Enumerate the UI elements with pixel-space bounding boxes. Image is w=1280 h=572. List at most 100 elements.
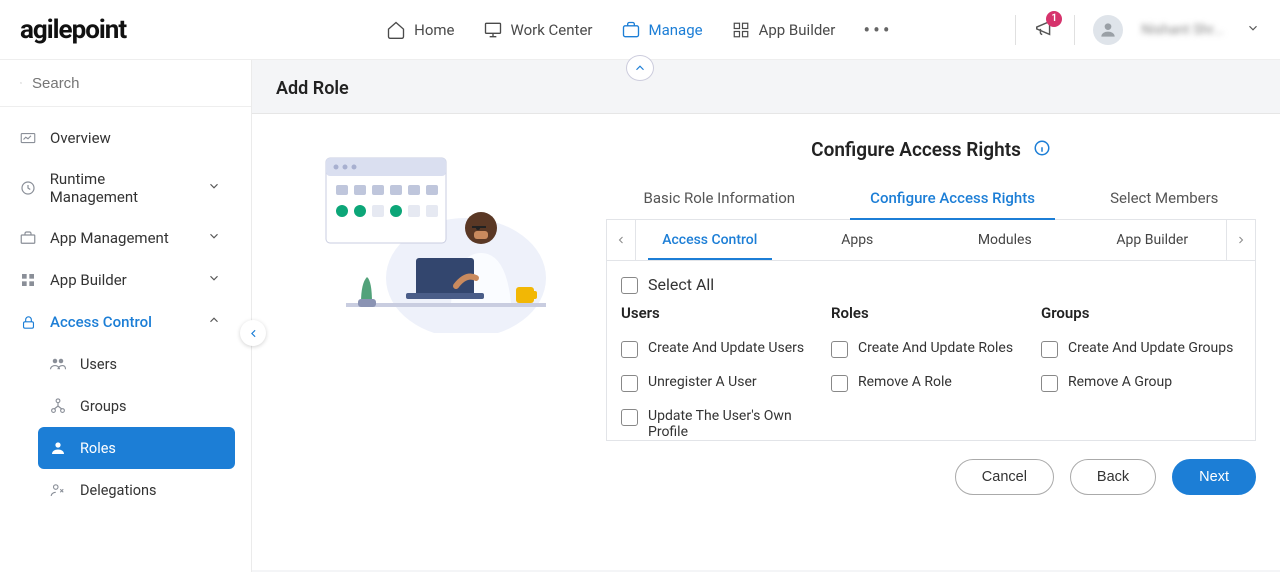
perm-checkbox[interactable] [831,375,848,392]
sidebar-label: Users [80,356,117,373]
nav-more[interactable]: ••• [863,18,892,42]
clock-icon [18,178,38,198]
perm-checkbox[interactable] [621,409,638,426]
sidebar-label: Overview [50,129,111,147]
nav-label: App Builder [759,21,836,39]
subtab-access-control[interactable]: Access Control [636,221,784,259]
perm-label: Update The User's Own Profile [648,408,821,440]
search-input[interactable] [32,75,231,92]
sidebar-item-roles[interactable]: Roles [38,427,235,469]
subtab-apps[interactable]: Apps [784,221,932,259]
nav-label: Home [414,21,454,39]
monitor-icon [483,20,503,40]
tree-icon [48,396,68,416]
nav-app-builder[interactable]: App Builder [731,20,836,40]
sidebar-collapse-button[interactable] [240,320,266,346]
nav-label: Manage [649,21,703,39]
delegate-icon [48,480,68,500]
col-heading: Groups [1041,304,1241,322]
header-right: 1 Nishant Shr... [1015,15,1260,45]
perm-label: Remove A Role [858,374,952,390]
step-tabs: Basic Role Information Configure Access … [606,189,1256,220]
sidebar-item-groups[interactable]: Groups [38,385,235,427]
perm-checkbox[interactable] [1041,341,1058,358]
section-title: Configure Access Rights [811,138,1021,161]
perm-checkbox[interactable] [1041,375,1058,392]
briefcase-icon [621,20,641,40]
notifications-button[interactable]: 1 [1034,17,1056,43]
sidebar-label: Delegations [80,482,156,499]
logo: agilepoint [20,15,126,45]
content-area: Add Role [252,60,1280,572]
col-groups: Groups Create And Update Groups Remove A… [1041,304,1241,441]
subtab-modules[interactable]: Modules [931,221,1079,259]
person-icon [48,438,68,458]
notif-badge: 1 [1046,11,1062,27]
sidebar-label: Access Control [50,313,152,331]
nav-work-center[interactable]: Work Center [483,20,593,40]
divider [1074,15,1075,45]
sidebar-item-delegations[interactable]: Delegations [38,469,235,511]
divider [1015,15,1016,45]
sidebar-item-users[interactable]: Users [38,343,235,385]
perm-label: Remove A Group [1068,374,1172,390]
col-users: Users Create And Update Users Unregister… [621,304,821,441]
col-heading: Users [621,304,821,322]
users-icon [48,354,68,374]
perm-label: Unregister A User [648,374,757,390]
user-name: Nishant Shr... [1141,22,1224,38]
perm-label: Create And Update Users [648,340,804,356]
chevron-down-icon [207,229,221,247]
info-icon[interactable] [1033,139,1051,161]
search-icon [20,74,22,92]
sidebar-label: Runtime Management [50,170,195,206]
cancel-button[interactable]: Cancel [955,459,1054,495]
step-tab-configure[interactable]: Configure Access Rights [850,189,1055,219]
sidebar-search[interactable] [0,60,251,107]
home-icon [386,20,406,40]
page-title: Add Role [252,60,1280,114]
sidebar-item-app-builder[interactable]: App Builder [8,259,235,301]
grid-icon [18,270,38,290]
illustration [296,138,566,338]
chart-icon [18,128,38,148]
logo-text: agilepoint [20,15,126,45]
collapse-header-button[interactable] [626,55,654,81]
grid-icon [731,20,751,40]
chevron-down-icon [207,271,221,289]
sidebar-item-app-mgmt[interactable]: App Management [8,217,235,259]
user-avatar[interactable] [1093,15,1123,45]
sidebar: Overview Runtime Management App Manageme… [0,60,252,572]
chevron-down-icon[interactable] [1246,20,1260,39]
perm-checkbox[interactable] [621,375,638,392]
perm-label: Create And Update Groups [1068,340,1233,356]
step-tab-members[interactable]: Select Members [1090,189,1238,219]
chevron-up-icon [207,313,221,331]
perm-checkbox[interactable] [831,341,848,358]
next-button[interactable]: Next [1172,459,1256,495]
nav-manage[interactable]: Manage [621,20,703,40]
sidebar-label: Roles [80,440,116,457]
select-all-label: Select All [648,275,714,294]
sidebar-label: App Builder [50,271,127,289]
col-roles: Roles Create And Update Roles Remove A R… [831,304,1031,441]
sidebar-item-runtime[interactable]: Runtime Management [8,159,235,217]
top-nav: Home Work Center Manage App Builder ••• [386,18,892,42]
perm-label: Create And Update Roles [858,340,1013,356]
nav-label: Work Center [511,21,593,39]
back-button[interactable]: Back [1070,459,1156,495]
app-header: agilepoint Home Work Center Manage App B… [0,0,1280,60]
sidebar-item-access-control[interactable]: Access Control [8,301,235,343]
permissions-panel: Select All Users Create And Update Users… [606,261,1256,441]
sidebar-item-overview[interactable]: Overview [8,117,235,159]
select-all-checkbox[interactable] [621,277,638,294]
perm-checkbox[interactable] [621,341,638,358]
briefcase-icon [18,228,38,248]
subtab-app-builder[interactable]: App Builder [1079,221,1227,259]
step-tab-basic[interactable]: Basic Role Information [624,189,816,219]
subtabs-scroll-left[interactable] [606,220,636,260]
avatar-icon [1098,20,1118,40]
nav-home[interactable]: Home [386,20,454,40]
subtabs-scroll-right[interactable] [1226,220,1256,260]
chevron-down-icon [207,179,221,197]
